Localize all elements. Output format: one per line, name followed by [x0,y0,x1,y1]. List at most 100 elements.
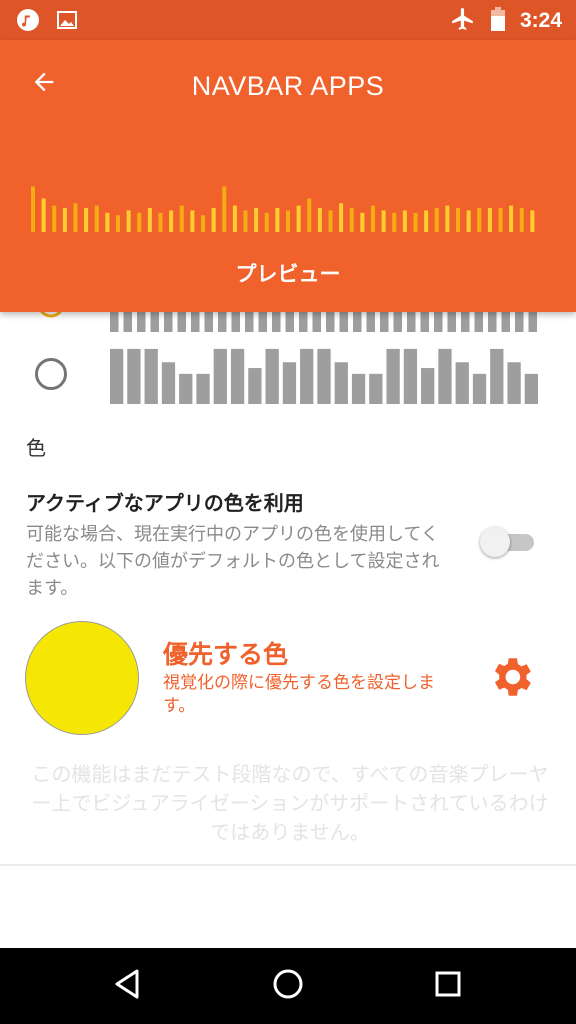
style-bar [455,362,469,404]
use-app-color-title[interactable]: アクティブなアプリの色を利用 [26,487,304,516]
page-title: NAVBAR APPS [191,71,385,101]
preferred-color-settings-button[interactable] [484,652,538,706]
preview-bar [487,208,492,232]
preview-bar [413,212,418,232]
style-option-preview-2[interactable] [110,346,542,404]
preview-bar [498,208,503,232]
preferred-color-swatch[interactable] [25,621,139,735]
use-app-color-toggle[interactable] [478,526,536,557]
preview-bar [328,210,333,232]
style-bar [351,373,366,404]
style-bar [110,348,124,404]
clock: 3:24 [519,9,562,32]
style-bar [528,312,537,332]
style-bar [230,348,245,404]
system-icons: 3:24 [450,6,562,36]
preview-bar [211,208,216,232]
preview-bar [275,208,280,232]
style-bar [472,373,487,404]
style-bar [524,373,538,404]
style-option-radio[interactable] [35,358,67,390]
preview-bar [286,210,290,232]
beta-note: この機能はまだテスト段階なので、すべての音楽プレーヤー上でビジュアライゼーション… [31,762,549,844]
style-bar [407,312,416,332]
use-app-color-summary: 可能な場合、現在実行中のアプリの色を使用してください。以下の値がデフォルトの色と… [26,524,440,599]
nav-home-button[interactable] [262,960,314,1012]
style-bar [501,312,510,332]
nav-back-button[interactable] [102,960,154,1012]
toggle-thumb [480,527,510,557]
preview-visualizer [31,186,535,232]
style-bar [369,373,383,404]
style-bar [177,312,186,332]
settings-list: 色 アクティブなアプリの色を利用 可能な場合、現在実行中のアプリの色を使用してく… [0,312,576,948]
preview-bar [222,186,227,232]
preview-bar [137,212,142,232]
style-bar [164,312,173,332]
preview-bar [126,210,131,232]
home-circle-icon [271,967,305,1005]
preview-bar [392,212,397,232]
app-bar: NAVBAR APPS プレビュー [0,40,576,312]
preview-bar [73,203,78,232]
style-bar [474,312,483,332]
style-bar [366,312,375,332]
notification-icons [16,8,78,36]
preview-bar [307,198,312,232]
preview-bar [105,212,110,232]
style-bar [248,368,262,404]
style-option-radio-selected[interactable] [36,312,66,320]
style-bar [434,312,443,332]
preview-bar [201,215,205,232]
style-bar [179,373,193,404]
style-bar [231,312,240,332]
style-bar [127,348,141,404]
style-bar [123,312,132,332]
style-bar [258,312,267,332]
preview-bar [254,208,259,232]
preview-bar [317,208,322,232]
section-header-color: 色 [26,436,46,460]
style-bar [326,312,335,332]
preview-bar [349,208,354,232]
style-bar [218,312,227,332]
style-bar [420,312,429,332]
style-bar [110,312,119,332]
preview-bar [530,210,535,232]
style-bar [490,348,504,404]
style-bar [245,312,254,332]
preview-bar [519,208,524,232]
preview-bar [232,205,237,232]
preview-bar [360,212,365,232]
style-bar [488,312,497,332]
music-icon [16,8,40,36]
style-bar [312,312,321,332]
preview-bar [509,205,514,232]
style-bar [272,312,281,332]
preview-bar [434,208,439,232]
style-bar [150,312,159,332]
gear-icon [486,652,536,706]
style-bar [403,348,418,404]
divider [0,864,576,866]
style-bar [334,362,348,404]
recents-square-icon [433,969,463,1003]
style-bar [144,348,158,404]
preview-bar [296,205,301,232]
style-bar [339,312,348,332]
style-bar [191,312,200,332]
style-bar [213,348,227,404]
style-option-preview-1[interactable] [110,312,542,332]
preview-bar [402,210,407,232]
style-bar [299,312,308,332]
style-bar [161,362,176,404]
preview-bar [371,205,375,232]
preview-bar [466,210,471,232]
preferred-color-summary: 視覚化の際に優先する色を設定します。 [163,673,435,716]
nav-recents-button[interactable] [422,960,474,1012]
preview-bar [179,205,184,232]
style-bar [421,368,435,404]
preferred-color-title[interactable]: 優先する色 [163,635,288,671]
preview-bar [243,210,248,232]
battery-icon [490,6,506,36]
